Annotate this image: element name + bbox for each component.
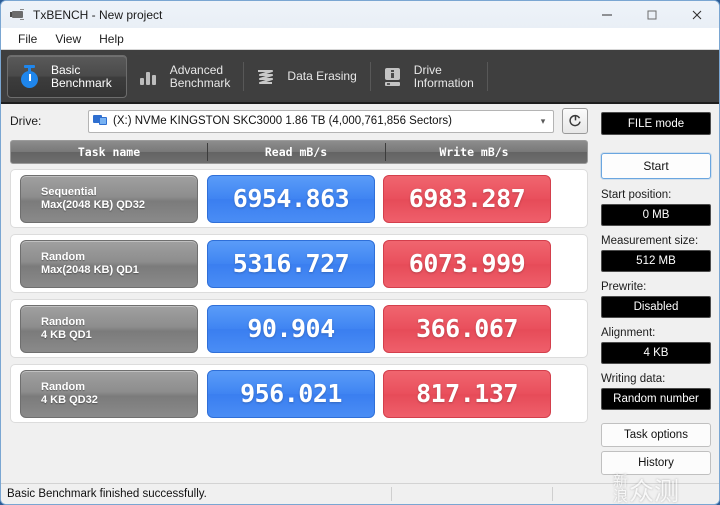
tab-advanced-benchmark[interactable]: Advanced Benchmark	[127, 55, 245, 98]
writing-data-label: Writing data:	[601, 373, 666, 385]
start-button[interactable]: Start	[601, 153, 711, 179]
read-value: 90.904	[207, 304, 375, 353]
task-chip: Random 4 KB QD32	[20, 369, 198, 418]
stopwatch-icon	[18, 64, 42, 90]
task-name-line1: Sequential	[41, 185, 97, 198]
table-row: Random Max(2048 KB) QD1 5316.727 6073.99…	[10, 234, 588, 293]
measurement-size-label: Measurement size:	[601, 235, 699, 247]
task-chip: Sequential Max(2048 KB) QD32	[20, 174, 198, 223]
tab-basic-benchmark[interactable]: Basic Benchmark	[7, 55, 127, 98]
status-bar: Basic Benchmark finished successfully.	[1, 483, 719, 504]
task-name-line1: Random	[41, 315, 85, 328]
table-header-row: Task name Read mB/s Write mB/s	[10, 140, 588, 164]
drive-select[interactable]: (X:) NVMe KINGSTON SKC3000 1.86 TB (4,00…	[88, 109, 554, 133]
read-value: 6954.863	[207, 174, 375, 223]
file-mode-button[interactable]: FILE mode	[601, 112, 711, 135]
read-value: 5316.727	[207, 239, 375, 288]
task-options-button[interactable]: Task options	[601, 423, 711, 447]
drive-label: Drive:	[10, 114, 42, 128]
options-sidebar: FILE mode Start Start position: 0 MB Mea…	[597, 104, 719, 483]
menu-item-view[interactable]: View	[46, 29, 90, 49]
start-position-value[interactable]: 0 MB	[601, 204, 711, 226]
alignment-value[interactable]: 4 KB	[601, 342, 711, 364]
chevron-down-icon[interactable]: ▾	[535, 116, 551, 127]
drive-icon	[93, 115, 108, 127]
history-button[interactable]: History	[601, 451, 711, 475]
content-area: Drive: (X:) NVMe KINGSTON SKC3000 1.86 T…	[1, 104, 719, 483]
app-icon	[10, 7, 26, 23]
minimize-icon[interactable]	[584, 1, 629, 28]
column-header-task-name: Task name	[77, 145, 141, 159]
alignment-label: Alignment:	[601, 327, 656, 339]
title-bar: TxBENCH - New project	[1, 1, 719, 28]
close-icon[interactable]	[674, 1, 719, 28]
column-header-read: Read mB/s	[207, 141, 385, 163]
task-name-line2: 4 KB QD1	[41, 328, 92, 341]
txbench-window: TxBENCH - New project File View Help Bas…	[0, 0, 720, 505]
maximize-icon[interactable]	[629, 1, 674, 28]
shred-icon	[254, 64, 278, 90]
tab-label-basic-benchmark: Basic Benchmark	[51, 62, 112, 90]
task-chip: Random 4 KB QD1	[20, 304, 198, 353]
tab-label-advanced-benchmark: Advanced Benchmark	[169, 62, 231, 90]
menu-item-help[interactable]: Help	[90, 29, 133, 49]
write-value: 6073.999	[383, 239, 551, 288]
task-name-line2: 4 KB QD32	[41, 393, 98, 406]
tab-label-data-erasing: Data Erasing	[287, 69, 357, 83]
measurement-size-value[interactable]: 512 MB	[601, 250, 711, 272]
task-chip: Random Max(2048 KB) QD1	[20, 239, 198, 288]
status-message: Basic Benchmark finished successfully.	[7, 488, 207, 500]
table-row: Random 4 KB QD1 90.904 366.067	[10, 299, 588, 358]
benchmark-table: Task name Read mB/s Write mB/s Sequentia…	[10, 140, 588, 483]
tab-data-erasing[interactable]: Data Erasing	[244, 55, 371, 98]
benchmark-panel: Drive: (X:) NVMe KINGSTON SKC3000 1.86 T…	[1, 104, 597, 483]
prewrite-value[interactable]: Disabled	[601, 296, 711, 318]
task-name-line1: Random	[41, 250, 85, 263]
drive-select-value: (X:) NVMe KINGSTON SKC3000 1.86 TB (4,00…	[113, 115, 452, 127]
write-value: 817.137	[383, 369, 551, 418]
prewrite-label: Prewrite:	[601, 281, 647, 293]
window-controls	[584, 1, 719, 28]
task-name-line1: Random	[41, 380, 85, 393]
tab-label-drive-information: Drive Information	[413, 62, 474, 90]
menu-bar: File View Help	[1, 28, 719, 50]
status-segment-3	[552, 487, 719, 501]
table-row: Random 4 KB QD32 956.021 817.137	[10, 364, 588, 423]
drive-info-icon	[381, 64, 405, 90]
tab-strip: Basic Benchmark Advanced Benchmark Data …	[1, 50, 719, 104]
refresh-icon[interactable]	[562, 108, 588, 134]
task-name-line2: Max(2048 KB) QD1	[41, 263, 139, 276]
task-name-line2: Max(2048 KB) QD32	[41, 198, 145, 211]
write-value: 6983.287	[383, 174, 551, 223]
write-value: 366.067	[383, 304, 551, 353]
table-row: Sequential Max(2048 KB) QD32 6954.863 69…	[10, 169, 588, 228]
column-header-write: Write mB/s	[385, 141, 563, 163]
read-value: 956.021	[207, 369, 375, 418]
bar-chart-icon	[137, 64, 161, 90]
tab-drive-information[interactable]: Drive Information	[371, 55, 488, 98]
result-rows: Sequential Max(2048 KB) QD32 6954.863 69…	[10, 169, 588, 423]
window-title: TxBENCH - New project	[33, 7, 163, 22]
menu-item-file[interactable]: File	[9, 29, 46, 49]
drive-selector-row: Drive: (X:) NVMe KINGSTON SKC3000 1.86 T…	[1, 104, 597, 138]
status-segment-2	[391, 487, 552, 501]
start-position-label: Start position:	[601, 189, 672, 201]
writing-data-value[interactable]: Random number	[601, 388, 711, 410]
